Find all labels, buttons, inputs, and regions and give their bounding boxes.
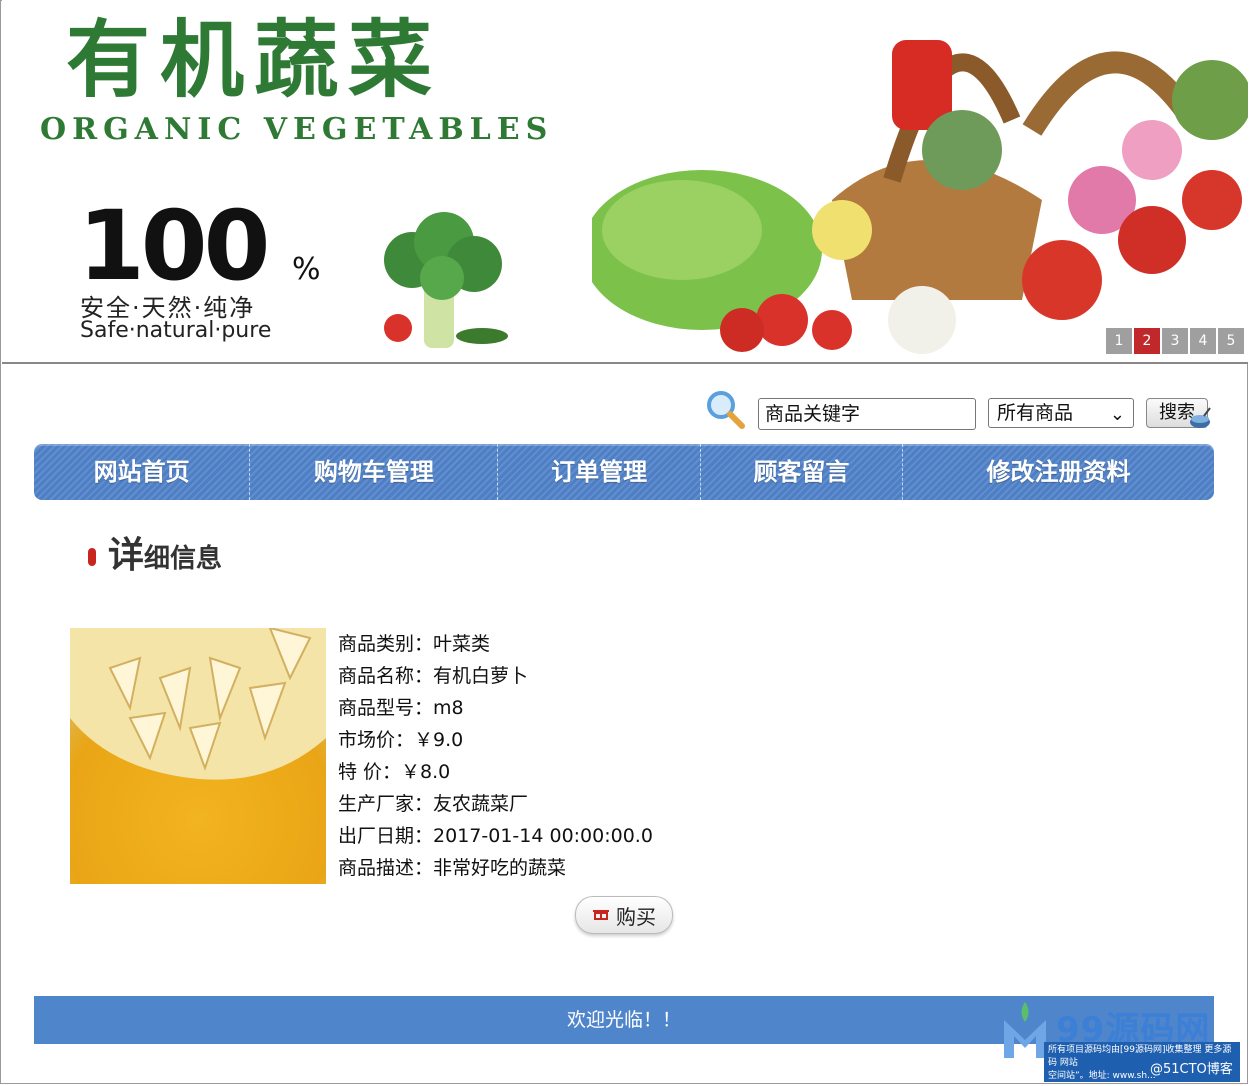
nav-cart-management[interactable]: 购物车管理 — [250, 444, 499, 500]
page-title: 详 细信息 — [88, 538, 222, 574]
slogan-english: Safe·natural·pure — [80, 318, 272, 343]
product-image — [70, 628, 326, 884]
category-select[interactable]: 所有商品 ⌄ — [988, 398, 1134, 428]
title-bullet-icon — [88, 548, 96, 566]
banner-pager: 1 2 3 4 5 — [1106, 328, 1244, 354]
header-banner: 有机蔬菜 ORGANIC VEGETABLES 100 % 安全·天然·纯净 S… — [2, 0, 1248, 364]
info-label: 市场价： — [338, 729, 415, 751]
percent-sign: % — [292, 252, 321, 287]
watermark-tag: @51CTO博客 — [1150, 1062, 1233, 1077]
nav-home[interactable]: 网站首页 — [34, 444, 251, 500]
category-select-value: 所有商品 — [997, 402, 1074, 424]
info-value: ￥9.0 — [414, 729, 464, 751]
pager-5[interactable]: 5 — [1218, 328, 1244, 354]
info-label: 商品类别： — [338, 633, 434, 655]
pager-1[interactable]: 1 — [1106, 328, 1132, 354]
info-label: 出厂日期： — [338, 825, 434, 847]
product-info: 商品类别：叶菜类 商品名称：有机白萝卜 商品型号：m8 市场价：￥9.0 特 价… — [338, 628, 653, 884]
info-value: 友农蔬菜厂 — [433, 793, 529, 815]
info-row-category: 商品类别：叶菜类 — [338, 628, 653, 660]
logo-english: ORGANIC VEGETABLES — [40, 112, 554, 147]
broccoli-image — [384, 212, 508, 348]
watermark-logo-icon — [1004, 1002, 1046, 1058]
info-value: ￥8.0 — [401, 761, 451, 783]
title-first-char: 详 — [108, 535, 145, 576]
pager-2[interactable]: 2 — [1134, 328, 1160, 354]
nav-order-management[interactable]: 订单管理 — [498, 444, 701, 500]
info-row-manufacturer: 生产厂家：友农蔬菜厂 — [338, 788, 653, 820]
info-value: 叶菜类 — [433, 633, 491, 655]
search-icon — [707, 391, 745, 429]
nav-edit-profile[interactable]: 修改注册资料 — [903, 444, 1214, 500]
title-rest: 细信息 — [144, 544, 223, 574]
info-label: 商品型号： — [338, 697, 434, 719]
info-row-date: 出厂日期：2017-01-14 00:00:00.0 — [338, 820, 653, 852]
buy-label: 购买 — [616, 904, 656, 929]
nav-customer-messages[interactable]: 顾客留言 — [701, 444, 904, 500]
info-row-model: 商品型号：m8 — [338, 692, 653, 724]
info-label: 特 价： — [338, 761, 402, 783]
info-value: m8 — [433, 697, 464, 719]
info-value: 非常好吃的蔬菜 — [433, 857, 567, 879]
pager-4[interactable]: 4 — [1190, 328, 1216, 354]
logo-chinese: 有机蔬菜 — [66, 11, 443, 109]
info-label: 商品名称： — [338, 665, 434, 687]
search-input[interactable]: 商品关键字 — [758, 398, 976, 430]
info-value: 2017-01-14 00:00:00.0 — [433, 825, 653, 847]
main-nav: 网站首页 购物车管理 订单管理 顾客留言 修改注册资料 — [34, 444, 1214, 500]
cart-icon — [593, 910, 609, 920]
info-label: 生产厂家： — [338, 793, 434, 815]
info-row-market-price: 市场价：￥9.0 — [338, 724, 653, 756]
info-row-description: 商品描述：非常好吃的蔬菜 — [338, 852, 653, 884]
info-label: 商品描述： — [338, 857, 434, 879]
buy-button[interactable]: 购买 — [575, 896, 673, 934]
hundred-badge: 100 — [78, 190, 270, 302]
info-row-name: 商品名称：有机白萝卜 — [338, 660, 653, 692]
soap-icon — [1190, 407, 1211, 428]
vegetables-image — [592, 40, 1248, 354]
chevron-down-icon: ⌄ — [1109, 404, 1125, 425]
info-value: 有机白萝卜 — [433, 665, 529, 687]
watermark: 99源码网 所有项目源码均由[99源码网]收集整理 更多源码 网站 空间站”。地… — [1000, 1000, 1250, 1086]
pager-3[interactable]: 3 — [1162, 328, 1188, 354]
info-row-special-price: 特 价：￥8.0 — [338, 756, 653, 788]
